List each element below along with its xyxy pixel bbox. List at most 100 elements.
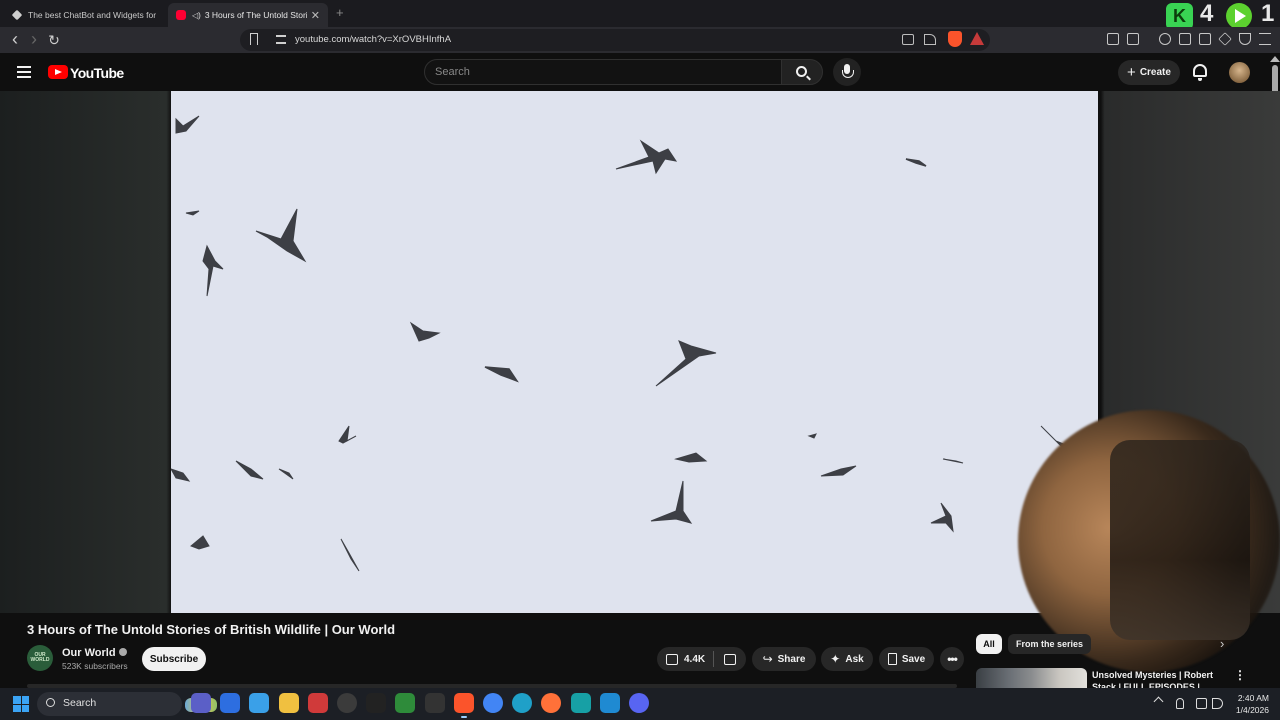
save-bookmark-icon (887, 653, 897, 665)
tab-title: 3 Hours of The Untold Stories of British… (204, 10, 307, 20)
account-avatar[interactable] (1229, 62, 1250, 83)
browser-toolbar: ‹ › ↻ youtube.com/watch?v=XrOVBHInfhA (0, 27, 1280, 53)
system-clock[interactable]: 2:40 AM 1/4/2026 (1229, 692, 1269, 716)
search-button[interactable] (781, 59, 823, 85)
close-tab-icon[interactable]: ✕ (311, 9, 320, 22)
k-extension-icon[interactable]: K (1166, 3, 1193, 30)
brave-icon[interactable] (453, 693, 474, 718)
more-actions-button[interactable]: ••• (940, 647, 964, 671)
channel-name[interactable]: Our World (62, 647, 116, 659)
guide-menu-icon[interactable] (17, 66, 31, 78)
screenshot-icon[interactable] (1127, 33, 1139, 45)
search-icon (46, 698, 55, 707)
save-button[interactable]: Save (879, 647, 934, 671)
browser-menu-icon[interactable] (1259, 33, 1271, 45)
forward-button[interactable]: › (25, 30, 43, 49)
thumbs-up-icon (666, 653, 678, 665)
chatbot-favicon-icon (11, 9, 23, 21)
address-bar[interactable]: youtube.com/watch?v=XrOVBHInfhA (240, 29, 990, 51)
windows-start-icon[interactable] (13, 696, 29, 712)
play-extension-icon[interactable] (1226, 3, 1252, 29)
outlook-icon[interactable] (220, 693, 241, 713)
recommendation-title[interactable]: Unsolved Mysteries | Robert Stack | FULL… (1092, 669, 1222, 690)
tray-overflow-chevron-icon[interactable] (1153, 696, 1164, 707)
notifications-bell-icon[interactable] (1193, 64, 1207, 81)
recommendation-more-icon[interactable]: ⋮ (1234, 668, 1246, 682)
new-tab-button[interactable]: + (336, 5, 344, 20)
chip-next-arrow-icon[interactable]: › (1220, 636, 1224, 651)
youtube-masthead: YouTube Search + Create (0, 53, 1280, 91)
search-input[interactable]: Search (424, 59, 782, 85)
youtube-logo-text[interactable]: YouTube (70, 65, 124, 81)
share-label: Share (777, 653, 806, 665)
video-player[interactable] (171, 91, 1098, 613)
subscribe-button[interactable]: Subscribe (142, 647, 206, 671)
voice-search-icon[interactable] (833, 58, 861, 86)
chrome-icon[interactable] (483, 693, 503, 713)
clock-date: 1/4/2026 (1235, 705, 1269, 715)
webcam-background (1110, 440, 1250, 640)
search-placeholder: Search (435, 66, 470, 78)
sparkle-icon: ✦ (830, 652, 841, 666)
ask-label: Ask (845, 653, 864, 665)
sidebar-toggle-icon[interactable] (1179, 33, 1191, 45)
taskbar-search[interactable]: Search (37, 692, 217, 716)
media-music-icon[interactable] (1159, 33, 1171, 45)
clock-app-icon[interactable] (337, 693, 357, 713)
volume-icon[interactable] (1212, 698, 1223, 709)
leo-ai-icon[interactable] (1218, 32, 1232, 46)
vpn-shield-icon[interactable] (395, 693, 416, 713)
vscode-icon[interactable] (599, 693, 620, 713)
scroll-up-arrow-icon[interactable] (1270, 56, 1280, 62)
browser-tab-chatbot[interactable]: The best ChatBot and Widgets for Ki (4, 3, 164, 27)
bird-flock-frame (171, 115, 1077, 572)
ask-button[interactable]: ✦ Ask (821, 647, 873, 671)
discord-icon[interactable] (629, 693, 649, 713)
calendar-app-icon[interactable] (307, 693, 328, 713)
play-extension-count: 1 (1261, 0, 1275, 27)
firefox-icon[interactable] (541, 693, 562, 713)
arduino-icon[interactable] (570, 693, 591, 713)
site-info-icon[interactable] (276, 35, 286, 44)
brave-rewards-icon[interactable] (970, 32, 984, 45)
channel-avatar[interactable]: OUR WORLD (27, 645, 53, 671)
share-button[interactable]: ↪ Share (752, 647, 816, 671)
teams-icon[interactable] (191, 693, 211, 713)
reload-button[interactable]: ↻ (45, 31, 63, 49)
share-page-icon[interactable] (924, 34, 936, 45)
capcut-icon[interactable] (366, 693, 387, 713)
remote-desktop-icon[interactable] (249, 693, 270, 713)
create-button[interactable]: + Create (1118, 60, 1180, 85)
dislike-button[interactable] (714, 653, 746, 665)
network-icon[interactable] (1196, 698, 1207, 709)
vpn-icon[interactable] (1239, 33, 1251, 45)
edge-icon[interactable] (512, 693, 533, 713)
wallet-icon[interactable] (1199, 33, 1211, 45)
microphone-icon[interactable] (1176, 698, 1184, 709)
verified-badge-icon (118, 648, 127, 656)
save-label: Save (901, 653, 926, 665)
video-title: 3 Hours of The Untold Stories of British… (27, 622, 396, 637)
k-extension-count: 4 (1200, 0, 1214, 27)
youtube-logo-icon[interactable] (48, 65, 68, 79)
subscriber-count: 523K subscribers (62, 661, 128, 671)
taskbar-search-label: Search (63, 697, 97, 709)
file-explorer-icon[interactable] (278, 693, 299, 713)
browser-tab-youtube[interactable]: ◁) 3 Hours of The Untold Stories of Brit… (168, 3, 328, 27)
back-button[interactable]: ‹ (6, 30, 24, 49)
chip-from-the-series[interactable]: From the series (1008, 634, 1092, 654)
brave-shields-icon[interactable] (948, 31, 962, 47)
url-text[interactable]: youtube.com/watch?v=XrOVBHInfhA (295, 34, 451, 45)
extensions-puzzle-icon[interactable] (1107, 33, 1119, 45)
youtube-favicon-icon (176, 10, 186, 20)
like-button[interactable]: 4.4K (657, 653, 713, 665)
cast-icon[interactable] (902, 34, 914, 45)
speaker-icon: ◁) (192, 10, 201, 20)
chip-all[interactable]: All (976, 634, 1002, 654)
recommendation-thumbnail[interactable] (976, 668, 1087, 690)
dev-tools-icon[interactable] (424, 693, 445, 713)
bookmark-icon[interactable] (250, 33, 258, 45)
channel-name-row[interactable]: Our World (62, 647, 127, 659)
search-icon (796, 66, 807, 77)
plus-icon: + (1127, 64, 1136, 81)
